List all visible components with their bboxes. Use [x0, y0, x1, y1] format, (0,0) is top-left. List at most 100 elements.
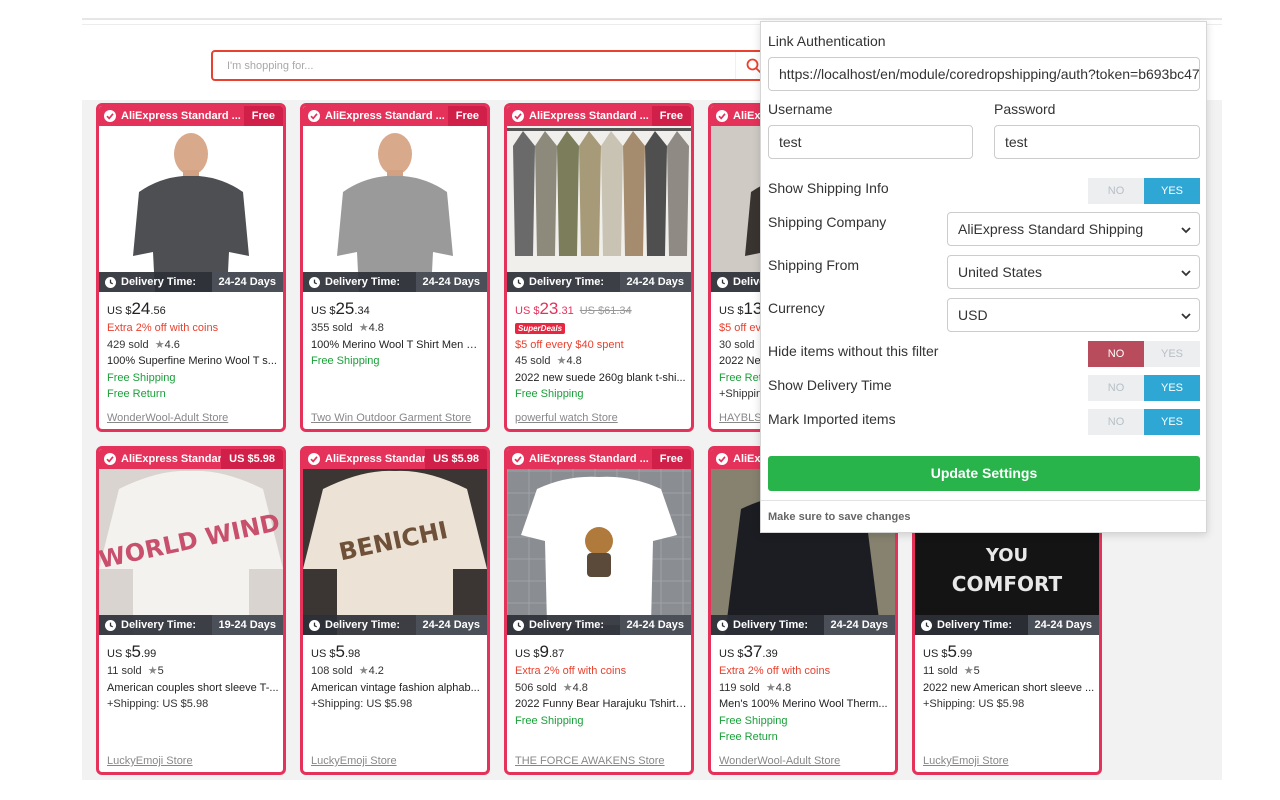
product-price: US $24.56 — [107, 298, 279, 320]
product-card[interactable]: BENICHI AliExpress Standar... US $5.98 D… — [300, 446, 490, 775]
mark-imported-yes[interactable]: YES — [1144, 409, 1200, 435]
save-note: Make sure to save changes — [768, 511, 911, 523]
password-input[interactable]: test — [994, 125, 1200, 159]
product-image-wrap[interactable] — [303, 106, 487, 292]
free-return: Free Return — [107, 388, 166, 400]
shipping-price: Free — [243, 106, 283, 126]
store-link[interactable]: LuckyEmoji Store — [311, 755, 397, 767]
product-card[interactable]: AliExpress Standard ... Free Delivery Ti… — [96, 103, 286, 432]
product-image[interactable] — [507, 449, 691, 635]
product-title[interactable]: 100% Merino Wool T Shirt Men M... — [311, 337, 483, 354]
sold-rating: 45 sold ★4.8 — [515, 353, 687, 370]
free-shipping: Free Shipping — [515, 388, 584, 400]
clock-icon — [513, 619, 524, 631]
product-title[interactable]: 100% Superfine Merino Wool T s... — [107, 353, 279, 370]
chevron-down-icon — [1181, 227, 1191, 234]
shipping-company-select[interactable]: AliExpress Standard Shipping — [947, 212, 1200, 246]
product-info: US $5.99 11 sold ★5 2022 new American sho… — [923, 641, 1095, 713]
product-image[interactable] — [99, 106, 283, 292]
store-link[interactable]: THE FORCE AWAKENS Store — [515, 755, 665, 767]
hide-items-toggle[interactable]: NO YES — [1088, 341, 1200, 367]
store-link[interactable]: WonderWool-Adult Store — [719, 755, 840, 767]
delivery-bar: Delivery Time: 24-24 Days — [99, 272, 283, 292]
product-image[interactable] — [303, 106, 487, 292]
product-title[interactable]: American couples short sleeve T-... — [107, 680, 279, 697]
product-info: US $9.87 Extra 2% off with coins 506 sold… — [515, 641, 687, 729]
store-link[interactable]: powerful watch Store — [515, 412, 618, 424]
show-delivery-yes[interactable]: YES — [1144, 375, 1200, 401]
link-auth-input[interactable]: https://localhost/en/module/coredropship… — [768, 57, 1200, 91]
price-decimal: .99 — [140, 648, 157, 660]
currency-prefix: US $ — [311, 305, 336, 317]
shipping-price: Free — [651, 449, 691, 469]
product-price: US $9.87 — [515, 641, 687, 663]
product-title[interactable]: 2022 Funny Bear Harajuku Tshirt ... — [515, 696, 687, 713]
free-shipping: Free Shipping — [107, 371, 176, 384]
star-icon: ★ — [147, 665, 158, 677]
product-title[interactable]: 2022 new American short sleeve ... — [923, 680, 1095, 697]
product-image-wrap[interactable] — [507, 106, 691, 292]
product-image[interactable] — [507, 106, 691, 292]
chevron-down-icon — [1181, 313, 1191, 320]
show-shipping-yes[interactable]: YES — [1144, 178, 1200, 204]
discount-text: $5 off every $40 spent — [515, 338, 624, 351]
show-delivery-no[interactable]: NO — [1088, 375, 1144, 401]
product-image[interactable]: BENICHI — [303, 449, 487, 635]
shipping-bar: AliExpress Standard ... Free — [507, 106, 691, 126]
product-title[interactable]: American vintage fashion alphab... — [311, 680, 483, 697]
delivery-bar: Delivery Time: 24-24 Days — [303, 615, 487, 635]
shipping-price: Free — [651, 106, 691, 126]
discount-text: Extra 2% off with coins — [107, 322, 219, 334]
store-link[interactable]: WonderWool-Adult Store — [107, 412, 228, 424]
store-link[interactable]: LuckyEmoji Store — [107, 755, 193, 767]
rating-value: 4.8 — [566, 355, 582, 367]
update-settings-button[interactable]: Update Settings — [768, 456, 1200, 491]
hide-items-no[interactable]: NO — [1088, 341, 1144, 367]
mark-imported-no[interactable]: NO — [1088, 409, 1144, 435]
price-decimal: .87 — [548, 648, 565, 660]
shipping-method: AliExpress Standar... — [325, 453, 426, 465]
show-delivery-toggle[interactable]: NO YES — [1088, 375, 1200, 401]
username-input[interactable]: test — [768, 125, 973, 159]
price-integer: 24 — [131, 299, 151, 318]
product-card[interactable]: WORLD WIND AliExpress Standar... US $5.9… — [96, 446, 286, 775]
product-title[interactable]: 2022 new suede 260g blank t-shi... — [515, 370, 687, 387]
product-image-wrap[interactable]: WORLD WIND — [99, 449, 283, 635]
shipping-company-value: AliExpress Standard Shipping — [958, 221, 1144, 237]
mark-imported-toggle[interactable]: NO YES — [1088, 409, 1200, 435]
price-integer: 5 — [131, 642, 141, 661]
show-shipping-no[interactable]: NO — [1088, 178, 1144, 204]
product-card[interactable]: AliExpress Standard ... Free Delivery Ti… — [300, 103, 490, 432]
delivery-days: 24-24 Days — [823, 615, 895, 635]
product-title[interactable]: Men's 100% Merino Wool Therm... — [719, 696, 891, 713]
sold-count: 30 sold — [719, 338, 755, 351]
store-link[interactable]: Two Win Outdoor Garment Store — [311, 412, 471, 424]
product-price: US $37.39 — [719, 641, 891, 663]
product-info: US $37.39 Extra 2% off with coins 119 sol… — [719, 641, 891, 746]
currency-prefix: US $ — [515, 648, 540, 660]
search-box — [211, 50, 771, 81]
product-image[interactable]: WORLD WIND — [99, 449, 283, 635]
product-image-wrap[interactable] — [507, 449, 691, 635]
currency-prefix: US $ — [311, 648, 336, 660]
product-image-wrap[interactable] — [99, 106, 283, 292]
shipping-from-select[interactable]: United States — [947, 255, 1200, 289]
hide-items-yes[interactable]: YES — [1144, 341, 1200, 367]
price-decimal: .39 — [762, 648, 778, 660]
product-price: US $25.34 — [311, 298, 483, 320]
shipping-from-label: Shipping From — [768, 257, 860, 273]
search-input[interactable] — [213, 52, 733, 79]
rating-value: 4.8 — [775, 681, 792, 694]
delivery-label: Delivery Time: — [529, 276, 605, 288]
product-image-wrap[interactable]: BENICHI — [303, 449, 487, 635]
product-card[interactable]: AliExpress Standard ... Free Delivery Ti… — [504, 103, 694, 432]
shipping-method: AliExpress Standard ... — [529, 453, 649, 465]
sold-rating: 355 sold ★4.8 — [311, 320, 483, 337]
product-info: US $5.98 108 sold ★4.2 American vintage f… — [311, 641, 483, 713]
price-decimal: .98 — [344, 648, 361, 660]
show-shipping-toggle[interactable]: NO YES — [1088, 178, 1200, 204]
store-link[interactable]: LuckyEmoji Store — [923, 755, 1009, 767]
product-card[interactable]: AliExpress Standard ... Free Delivery Ti… — [504, 446, 694, 775]
currency-select[interactable]: USD — [947, 298, 1200, 332]
check-circle-icon — [512, 453, 524, 465]
